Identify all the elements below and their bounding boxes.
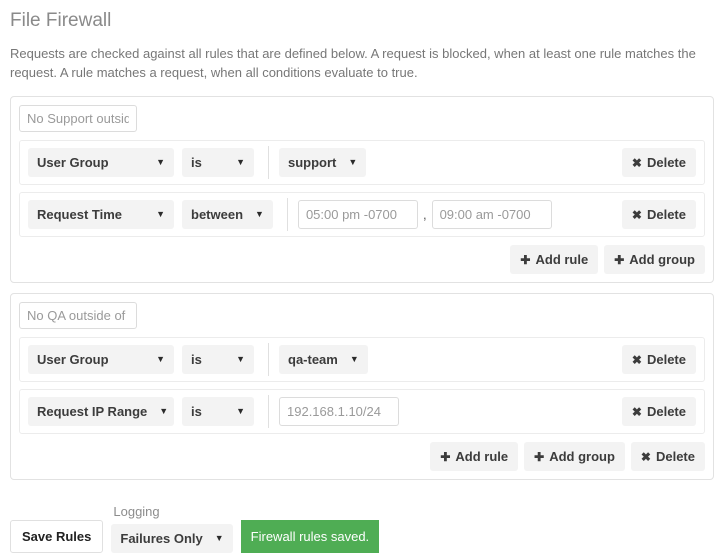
add-group-button[interactable]: ✚ Add group [524, 442, 625, 471]
save-rules-button[interactable]: Save Rules [10, 520, 104, 553]
group-name-input[interactable] [19, 105, 137, 132]
page-description: Requests are checked against all rules t… [10, 46, 696, 80]
delete-rule-button[interactable]: ✖ Delete [621, 345, 696, 374]
add-group-label: Add group [629, 252, 695, 267]
rule-ip-range-input[interactable] [279, 397, 399, 426]
range-separator: , [422, 207, 427, 222]
rule-operator-label: is [191, 155, 202, 170]
rule-group: User Group ▼ is ▼ qa-team ▼ ✖ Delete Req… [10, 293, 714, 480]
delete-rule-label: Delete [646, 207, 686, 222]
chevron-down-icon: ▼ [214, 533, 224, 543]
chevron-down-icon: ▼ [156, 209, 165, 219]
delete-rule-button[interactable]: ✖ Delete [621, 148, 696, 177]
chevron-down-icon: ▼ [236, 354, 245, 364]
delete-rule-label: Delete [646, 404, 686, 419]
file-firewall-page: File Firewall Requests are checked again… [0, 0, 724, 480]
delete-group-button[interactable]: ✖ Delete [630, 442, 705, 471]
chevron-down-icon: ▼ [348, 157, 358, 167]
page-title: File Firewall [10, 10, 112, 31]
add-rule-button[interactable]: ✚ Add rule [430, 442, 519, 471]
group-name-input[interactable] [19, 302, 137, 329]
chevron-down-icon: ▼ [236, 157, 245, 167]
chevron-down-icon: ▼ [156, 354, 165, 364]
close-icon: ✖ [631, 207, 642, 222]
chevron-down-icon: ▼ [255, 209, 264, 219]
rule-value-dropdown[interactable]: support ▼ [279, 148, 367, 177]
add-rule-button[interactable]: ✚ Add rule [510, 245, 599, 274]
divider [268, 146, 269, 179]
rule-value-label: qa-team [288, 352, 338, 367]
add-rule-label: Add rule [455, 449, 509, 464]
rule-operator-dropdown[interactable]: between ▼ [182, 200, 273, 229]
rule-value-dropdown[interactable]: qa-team ▼ [279, 345, 368, 374]
rule-group: User Group ▼ is ▼ support ▼ ✖ Delete Req… [10, 96, 714, 283]
rule-time-from-input[interactable] [297, 200, 418, 229]
rule-operator-dropdown[interactable]: is ▼ [182, 148, 254, 177]
status-message: Firewall rules saved. [240, 520, 380, 553]
delete-rule-label: Delete [646, 155, 686, 170]
rule-operator-dropdown[interactable]: is ▼ [182, 397, 254, 426]
group-footer: ✚ Add rule ✚ Add group ✖ Delete [19, 441, 705, 471]
delete-rule-button[interactable]: ✖ Delete [621, 397, 696, 426]
rule-field-dropdown[interactable]: User Group ▼ [28, 148, 174, 177]
rule-field-label: Request IP Range [37, 404, 148, 419]
rule-row: User Group ▼ is ▼ qa-team ▼ ✖ Delete [19, 337, 705, 382]
rule-field-dropdown[interactable]: Request IP Range ▼ [28, 397, 174, 426]
rule-row: User Group ▼ is ▼ support ▼ ✖ Delete [19, 140, 705, 185]
divider [286, 198, 288, 231]
rule-field-label: User Group [37, 155, 109, 170]
delete-group-label: Delete [655, 449, 695, 464]
plus-icon: ✚ [614, 252, 625, 267]
add-group-button[interactable]: ✚ Add group [604, 245, 705, 274]
chevron-down-icon: ▼ [236, 406, 245, 416]
close-icon: ✖ [640, 449, 651, 464]
chevron-down-icon: ▼ [156, 157, 165, 167]
rule-operator-label: between [191, 207, 244, 222]
close-icon: ✖ [631, 352, 642, 367]
rule-value-label: support [288, 155, 337, 170]
plus-icon: ✚ [440, 449, 451, 464]
logging-dropdown[interactable]: Failures Only ▼ [111, 524, 233, 553]
close-icon: ✖ [631, 404, 642, 419]
plus-icon: ✚ [520, 252, 531, 267]
add-group-label: Add group [549, 449, 615, 464]
rule-time-to-input[interactable] [431, 200, 552, 229]
rule-field-label: User Group [37, 352, 109, 367]
rule-operator-label: is [191, 352, 202, 367]
logging-control: Logging Failures Only ▼ [111, 504, 233, 553]
chevron-down-icon: ▼ [159, 406, 169, 416]
delete-rule-button[interactable]: ✖ Delete [621, 200, 696, 229]
group-footer: ✚ Add rule ✚ Add group [19, 244, 705, 274]
rule-field-dropdown[interactable]: Request Time ▼ [28, 200, 174, 229]
rule-operator-dropdown[interactable]: is ▼ [182, 345, 254, 374]
rule-field-dropdown[interactable]: User Group ▼ [28, 345, 174, 374]
rule-row: Request IP Range ▼ is ▼ ✖ Delete [19, 389, 705, 434]
divider [268, 343, 269, 376]
rule-field-label: Request Time [37, 207, 123, 222]
logging-label: Logging [113, 504, 160, 519]
chevron-down-icon: ▼ [349, 354, 359, 364]
divider [268, 395, 269, 428]
delete-rule-label: Delete [646, 352, 686, 367]
plus-icon: ✚ [534, 449, 545, 464]
add-rule-label: Add rule [535, 252, 589, 267]
rule-row: Request Time ▼ between ▼ , ✖ Delete [19, 192, 705, 237]
close-icon: ✖ [631, 155, 642, 170]
rule-operator-label: is [191, 404, 202, 419]
